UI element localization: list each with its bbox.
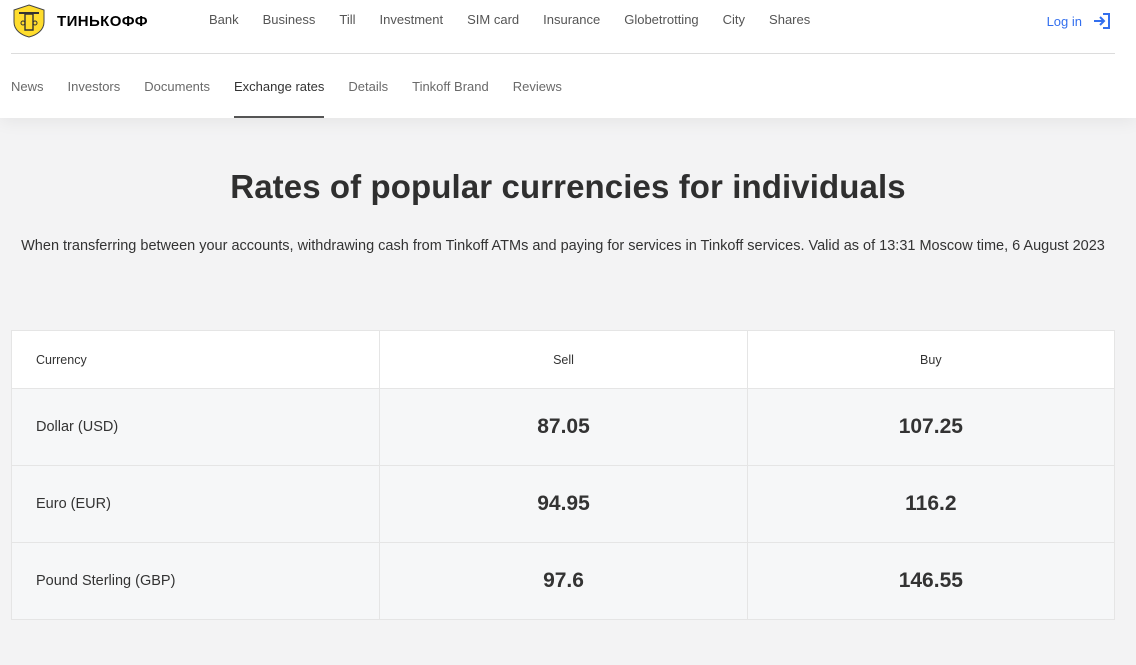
currency-name: Euro (EUR) xyxy=(36,496,111,512)
tab-investors[interactable]: Investors xyxy=(68,54,121,118)
main-nav-sim-card[interactable]: SIM card xyxy=(467,12,519,30)
main-nav-investment[interactable]: Investment xyxy=(380,12,444,30)
logo-link[interactable]: ТИНЬКОФФ xyxy=(11,4,148,38)
login-label: Log in xyxy=(1046,13,1082,29)
tab-news[interactable]: News xyxy=(11,54,44,118)
page-title: Rates of popular currencies for individu… xyxy=(230,168,906,205)
table-row: Euro (EUR) 94.95 116.2 xyxy=(12,465,1114,542)
sell-rate: 97.6 xyxy=(379,543,746,619)
sell-rate: 94.95 xyxy=(379,466,746,542)
login-arrow-icon xyxy=(1094,13,1110,29)
main-nav-shares[interactable]: Shares xyxy=(769,12,810,30)
tinkoff-emblem-icon xyxy=(13,4,45,38)
login-button[interactable]: Log in xyxy=(1047,11,1112,31)
tab-exchange-rates[interactable]: Exchange rates xyxy=(234,54,325,118)
buy-rate: 116.2 xyxy=(746,466,1114,542)
section-nav: News Investors Documents Exchange rates … xyxy=(11,54,586,118)
brand-name: ТИНЬКОФФ xyxy=(57,12,148,30)
column-header-buy: Buy xyxy=(746,331,1114,388)
table-row: Dollar (USD) 87.05 107.25 xyxy=(12,388,1114,465)
tab-documents[interactable]: Documents xyxy=(144,54,210,118)
exchange-rates-table: Currency Sell Buy Dollar (USD) 87.05 107… xyxy=(11,330,1115,620)
main-nav: Bank Business Till Investment SIM card I… xyxy=(209,12,834,30)
tab-tinkoff-brand[interactable]: Tinkoff Brand xyxy=(412,54,489,118)
main-nav-bank[interactable]: Bank xyxy=(209,12,239,30)
tab-reviews[interactable]: Reviews xyxy=(513,54,562,118)
tab-details[interactable]: Details xyxy=(348,54,388,118)
column-header-currency: Currency xyxy=(36,352,87,367)
page-description: When transferring between your accounts,… xyxy=(21,238,1105,254)
site-header: ТИНЬКОФФ Bank Business Till Investment S… xyxy=(0,0,1136,118)
main-nav-till[interactable]: Till xyxy=(339,12,355,30)
main-nav-city[interactable]: City xyxy=(723,12,745,30)
main-nav-insurance[interactable]: Insurance xyxy=(543,12,600,30)
buy-rate: 107.25 xyxy=(746,389,1114,465)
sell-rate: 87.05 xyxy=(379,389,746,465)
main-nav-business[interactable]: Business xyxy=(263,12,316,30)
column-header-sell: Sell xyxy=(379,331,746,388)
currency-name: Pound Sterling (GBP) xyxy=(36,573,176,589)
table-row: Pound Sterling (GBP) 97.6 146.55 xyxy=(12,542,1114,619)
currency-name: Dollar (USD) xyxy=(36,419,119,435)
table-header-row: Currency Sell Buy xyxy=(12,331,1114,388)
buy-rate: 146.55 xyxy=(746,543,1114,619)
main-nav-globetrotting[interactable]: Globetrotting xyxy=(624,12,698,30)
